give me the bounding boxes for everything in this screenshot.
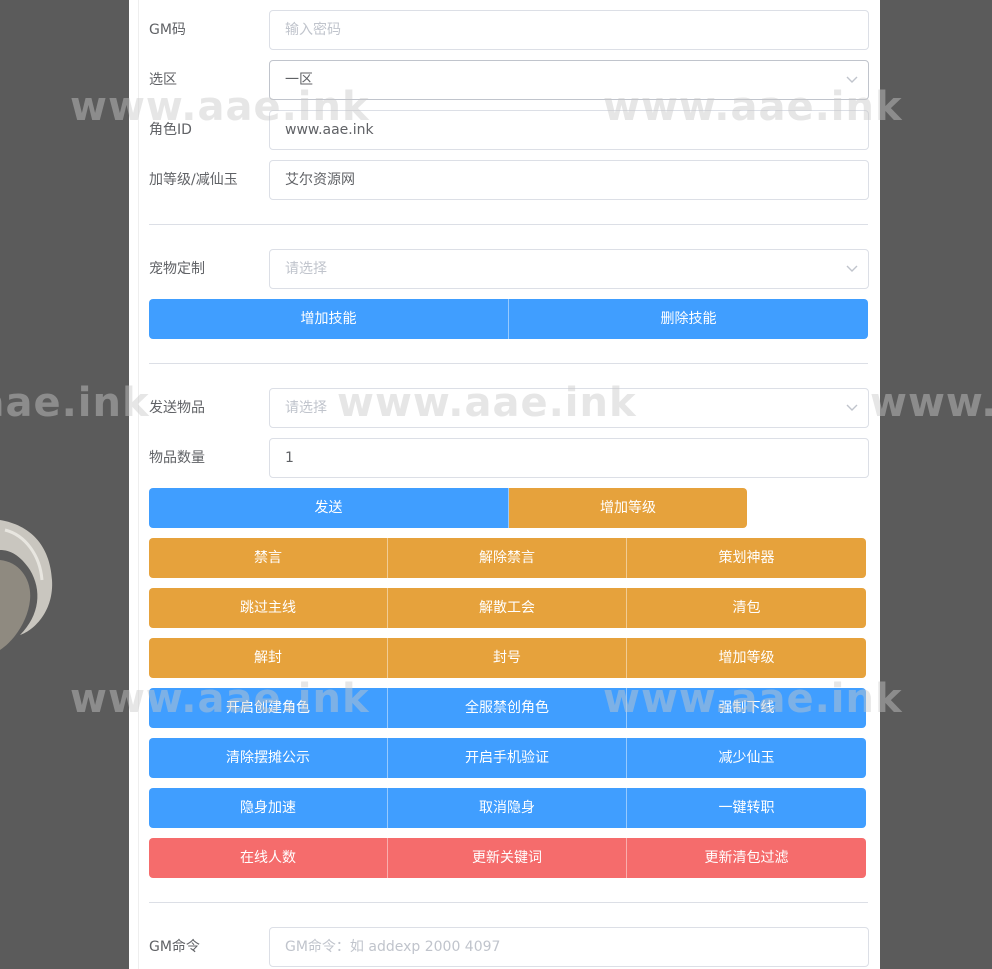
- panel-divider: [138, 0, 139, 969]
- chevron-down-icon: [846, 265, 858, 272]
- skill-button-group: 增加技能 删除技能: [149, 299, 868, 339]
- action-row-7: 在线人数 更新关键词 更新清包过滤: [149, 838, 866, 878]
- zone-select[interactable]: 一区: [269, 60, 869, 100]
- enable-create-role-button[interactable]: 开启创建角色: [149, 688, 388, 728]
- send-item-select[interactable]: 请选择: [269, 388, 869, 428]
- gm-command-placeholder: GM命令：如 addexp 2000 4097: [285, 939, 501, 955]
- item-qty-row: 物品数量 1: [149, 438, 869, 478]
- online-count-button[interactable]: 在线人数: [149, 838, 388, 878]
- item-qty-value: 1: [285, 450, 294, 466]
- gm-command-input[interactable]: GM命令：如 addexp 2000 4097: [269, 927, 869, 967]
- item-qty-label: 物品数量: [149, 450, 205, 466]
- reduce-jade-button[interactable]: 减少仙玉: [627, 738, 866, 778]
- increase-level-button[interactable]: 增加等级: [627, 638, 866, 678]
- section-divider: [149, 902, 868, 903]
- stealth-speed-button[interactable]: 隐身加速: [149, 788, 388, 828]
- action-row-3: 解封 封号 增加等级: [149, 638, 866, 678]
- disband-guild-button[interactable]: 解散工会: [388, 588, 627, 628]
- gm-command-label: GM命令: [149, 939, 200, 955]
- clear-stall-notice-button[interactable]: 清除摆摊公示: [149, 738, 388, 778]
- enable-phone-verify-button[interactable]: 开启手机验证: [388, 738, 627, 778]
- change-class-button[interactable]: 一键转职: [627, 788, 866, 828]
- role-id-row: 角色ID www.aae.ink: [149, 110, 869, 150]
- section-divider: [149, 363, 868, 364]
- gm-code-input[interactable]: 输入密码: [269, 10, 869, 50]
- level-jade-label: 加等级/减仙玉: [149, 172, 238, 188]
- update-bag-filter-button[interactable]: 更新清包过滤: [627, 838, 866, 878]
- cancel-stealth-button[interactable]: 取消隐身: [388, 788, 627, 828]
- zone-value: 一区: [285, 72, 313, 88]
- level-jade-row: 加等级/减仙玉 艾尔资源网: [149, 160, 869, 200]
- pet-label: 宠物定制: [149, 261, 205, 277]
- role-id-label: 角色ID: [149, 122, 192, 138]
- gm-command-row: GM命令 GM命令：如 addexp 2000 4097: [149, 927, 869, 967]
- gm-code-label: GM码: [149, 22, 186, 38]
- watermark: www.aae.ink: [870, 380, 992, 426]
- chevron-down-icon: [846, 76, 858, 83]
- clear-bag-button[interactable]: 清包: [627, 588, 866, 628]
- action-row-5: 清除摆摊公示 开启手机验证 减少仙玉: [149, 738, 866, 778]
- zone-label: 选区: [149, 72, 177, 88]
- action-row-6: 隐身加速 取消隐身 一键转职: [149, 788, 866, 828]
- send-item-row: 发送物品 请选择: [149, 388, 869, 428]
- force-offline-button[interactable]: 强制下线: [627, 688, 866, 728]
- send-item-label: 发送物品: [149, 400, 205, 416]
- gm-code-row: GM码 输入密码: [149, 10, 869, 50]
- send-button-group: 发送 增加等级: [149, 488, 747, 528]
- skip-main-quest-button[interactable]: 跳过主线: [149, 588, 388, 628]
- level-jade-input[interactable]: 艾尔资源网: [269, 160, 869, 200]
- role-id-input[interactable]: www.aae.ink: [269, 110, 869, 150]
- section-divider: [149, 224, 868, 225]
- planner-artifact-button[interactable]: 策划神器: [627, 538, 866, 578]
- zone-row: 选区 一区: [149, 60, 869, 100]
- unmute-button[interactable]: 解除禁言: [388, 538, 627, 578]
- disable-create-role-button[interactable]: 全服禁创角色: [388, 688, 627, 728]
- delete-skill-button[interactable]: 删除技能: [509, 299, 868, 339]
- level-jade-value: 艾尔资源网: [285, 172, 355, 188]
- action-row-2: 跳过主线 解散工会 清包: [149, 588, 866, 628]
- chevron-down-icon: [846, 404, 858, 411]
- ban-account-button[interactable]: 封号: [388, 638, 627, 678]
- action-row-4: 开启创建角色 全服禁创角色 强制下线: [149, 688, 866, 728]
- pet-row: 宠物定制 请选择: [149, 249, 869, 289]
- send-item-placeholder: 请选择: [285, 400, 327, 416]
- unban-button[interactable]: 解封: [149, 638, 388, 678]
- add-level-button[interactable]: 增加等级: [509, 488, 747, 528]
- send-button[interactable]: 发送: [149, 488, 509, 528]
- item-qty-input[interactable]: 1: [269, 438, 869, 478]
- mute-button[interactable]: 禁言: [149, 538, 388, 578]
- role-id-value: www.aae.ink: [285, 122, 374, 138]
- gm-code-placeholder: 输入密码: [285, 22, 341, 38]
- update-keywords-button[interactable]: 更新关键词: [388, 838, 627, 878]
- action-row-1: 禁言 解除禁言 策划神器: [149, 538, 866, 578]
- pet-select[interactable]: 请选择: [269, 249, 869, 289]
- pet-placeholder: 请选择: [285, 261, 327, 277]
- watermark: www.aae.ink: [0, 380, 150, 426]
- add-skill-button[interactable]: 增加技能: [149, 299, 509, 339]
- background-art: [0, 520, 53, 650]
